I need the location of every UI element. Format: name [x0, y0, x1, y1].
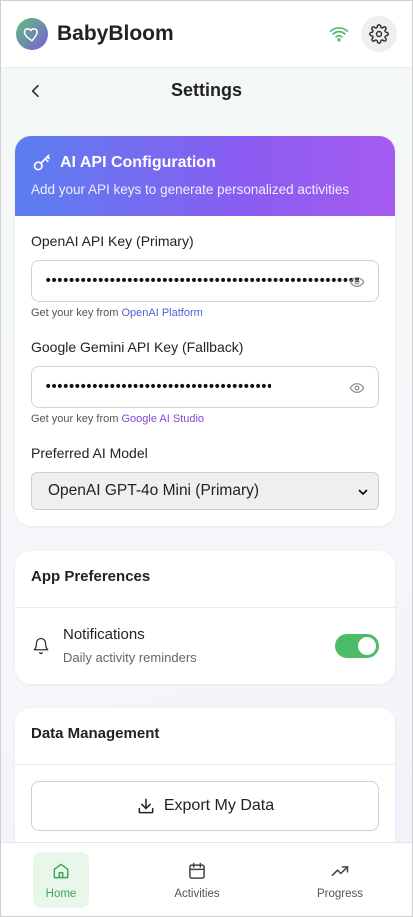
page-title: Settings: [170, 80, 242, 100]
google-ai-studio-link[interactable]: Google AI Studio: [121, 413, 204, 425]
nav-progress-label: Progress: [316, 888, 364, 900]
export-data-button[interactable]: Export My Data: [31, 781, 379, 831]
nav-progress[interactable]: Progress: [312, 860, 368, 900]
nav-activities-label: Activities: [174, 888, 220, 900]
bell-icon: [31, 636, 51, 656]
nav-activities[interactable]: Activities: [167, 860, 227, 900]
model-label: Preferred AI Model: [31, 445, 148, 461]
nav-home-label: Home: [45, 888, 77, 900]
app-title: BabyBloom: [57, 21, 174, 45]
api-config-title: AI API Configuration: [60, 154, 216, 171]
openai-key-help: Get your key from OpenAI Platform: [31, 307, 203, 319]
trending-up-icon: [329, 860, 351, 882]
eye-icon[interactable]: [348, 379, 366, 397]
model-selected-value: OpenAI GPT-4o Mini (Primary): [48, 482, 260, 499]
notifications-title: Notifications: [63, 626, 145, 643]
toggle-knob: [358, 637, 376, 655]
bottom-nav: Home Activities Progress: [0, 842, 413, 917]
app-header: BabyBloom: [0, 0, 413, 68]
divider: [15, 764, 395, 765]
gemini-key-label: Google Gemini API Key (Fallback): [31, 339, 244, 355]
openai-help-text: Get your key from: [31, 307, 122, 319]
gear-icon: [369, 23, 389, 44]
app-preferences-card: App Preferences Notifications Daily acti…: [15, 551, 395, 684]
wifi-icon: [327, 22, 351, 46]
gemini-help-text: Get your key from: [31, 413, 122, 425]
settings-button[interactable]: [361, 15, 397, 52]
home-icon: [50, 860, 72, 882]
api-config-card: AI API Configuration Add your API keys t…: [15, 136, 395, 526]
eye-icon[interactable]: [348, 273, 366, 291]
notifications-toggle[interactable]: [335, 634, 379, 658]
calendar-icon: [186, 860, 208, 882]
download-icon: [136, 796, 156, 816]
api-config-subtitle: Add your API keys to generate personaliz…: [31, 182, 350, 197]
heart-icon: [16, 17, 48, 50]
openai-key-input[interactable]: ••••••••••••••••••••••••••••••••••••••••…: [31, 260, 379, 302]
gemini-key-input[interactable]: •••••••••••••••••••••••••••••••••••••••: [31, 366, 379, 408]
key-icon: [31, 152, 53, 174]
gemini-key-help: Get your key from Google AI Studio: [31, 413, 204, 425]
data-management-card: Data Management Export My Data: [15, 708, 395, 858]
gemini-key-value: •••••••••••••••••••••••••••••••••••••••: [44, 379, 272, 395]
app-preferences-title: App Preferences: [31, 568, 151, 585]
openai-platform-link[interactable]: OpenAI Platform: [121, 307, 202, 319]
chevron-down-icon: [356, 485, 370, 499]
export-data-label: Export My Data: [163, 797, 275, 814]
openai-key-label: OpenAI API Key (Primary): [31, 233, 194, 249]
data-management-title: Data Management: [31, 725, 160, 742]
notifications-subtitle: Daily activity reminders: [63, 650, 197, 665]
nav-home[interactable]: Home: [33, 852, 89, 908]
model-select[interactable]: OpenAI GPT-4o Mini (Primary): [31, 472, 379, 510]
openai-key-value: ••••••••••••••••••••••••••••••••••••••••…: [44, 273, 359, 289]
api-config-header: AI API Configuration Add your API keys t…: [15, 136, 395, 216]
divider: [15, 607, 395, 608]
